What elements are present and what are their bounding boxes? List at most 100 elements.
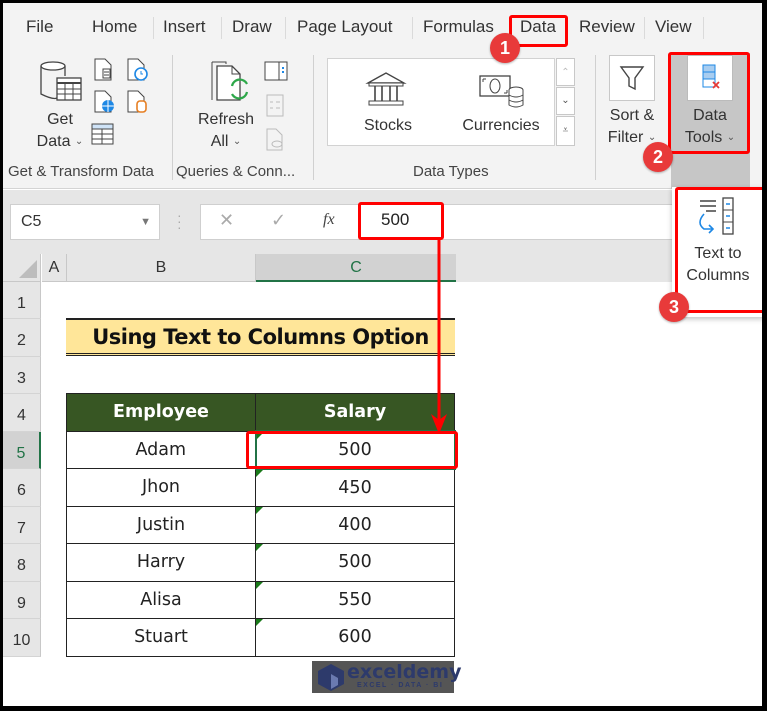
queries-connections-icon[interactable] — [264, 61, 288, 86]
row-header-7[interactable]: 7 — [3, 507, 41, 544]
tab-file[interactable]: File — [26, 15, 53, 39]
currencies-icon[interactable] — [478, 74, 526, 115]
get-data-line2: Data — [36, 133, 71, 151]
refresh-all-icon[interactable] — [210, 60, 254, 111]
employee-cell[interactable]: Stuart — [66, 618, 256, 657]
error-indicator-icon — [256, 581, 263, 589]
row-header-9[interactable]: 9 — [3, 582, 41, 619]
enter-icon[interactable]: ✓ — [271, 210, 286, 231]
column-header-b[interactable]: B — [67, 254, 256, 282]
salary-cell[interactable]: 550 — [255, 580, 455, 619]
row-header-2[interactable]: 2 — [3, 319, 41, 357]
properties-icon — [266, 94, 284, 123]
exceldemy-logo: exceldemy EXCEL · DATA · BI — [312, 661, 461, 693]
get-data-label[interactable]: Get Data ⌄ — [35, 109, 85, 153]
gallery-scroll-down-button[interactable]: ⌄ — [556, 87, 575, 115]
tab-review[interactable]: Review — [579, 15, 635, 39]
tab-page-layout[interactable]: Page Layout — [297, 15, 392, 39]
insert-function-icon[interactable]: fx — [323, 211, 335, 229]
group-label-queries: Queries & Conn... — [176, 163, 296, 180]
employee-cell[interactable]: Justin — [66, 505, 256, 544]
ribbon-tabs: File Home Insert Draw Page Layout Formul… — [3, 13, 762, 41]
refresh-line2: All — [210, 133, 229, 151]
excel-window: File Home Insert Draw Page Layout Formul… — [3, 3, 762, 706]
select-all-button[interactable] — [3, 254, 41, 282]
tab-insert[interactable]: Insert — [163, 15, 206, 39]
column-header-c[interactable]: C — [256, 254, 456, 282]
recent-sources-icon[interactable] — [126, 58, 150, 87]
row-header-6[interactable]: 6 — [3, 469, 41, 507]
salary-cell[interactable]: 400 — [255, 505, 455, 544]
name-box-dropdown-icon[interactable]: ▼ — [140, 205, 151, 239]
highlight-text-to-columns — [675, 187, 762, 313]
gallery-more-button[interactable]: ⩡ — [556, 116, 575, 146]
cancel-icon[interactable]: ✕ — [219, 210, 234, 231]
chevron-down-icon: ⌄ — [74, 136, 84, 147]
sheet-title-cell[interactable]: Using Text to Columns Option — [66, 318, 455, 356]
tab-home[interactable]: Home — [92, 15, 137, 39]
step-badge-2: 2 — [643, 142, 673, 172]
from-text-csv-icon[interactable] — [93, 58, 115, 87]
group-label-data-types: Data Types — [413, 163, 489, 180]
tab-separator — [221, 17, 222, 39]
salary-value: 500 — [338, 552, 372, 573]
group-separator — [172, 55, 173, 180]
salary-cell[interactable]: 600 — [255, 618, 455, 657]
header-employee[interactable]: Employee — [66, 393, 256, 432]
existing-connections-icon[interactable] — [126, 90, 150, 119]
highlight-data-tools — [668, 52, 750, 154]
stocks-icon[interactable] — [365, 71, 407, 112]
stocks-button[interactable]: Stocks — [348, 115, 428, 137]
group-label-get-transform: Get & Transform Data — [8, 163, 154, 180]
row-header-1[interactable]: 1 — [3, 282, 41, 319]
tab-formulas[interactable]: Formulas — [423, 15, 494, 39]
chevron-down-icon: ⌄ — [232, 136, 242, 147]
salary-value: 400 — [338, 514, 372, 535]
error-indicator-icon — [256, 544, 263, 551]
data-types-gallery: Stocks Currencies — [327, 58, 555, 146]
error-indicator-icon — [256, 506, 263, 514]
name-box[interactable]: C5 ▼ — [10, 204, 160, 240]
tab-separator — [644, 17, 645, 39]
highlight-formula-value — [358, 202, 444, 240]
row-header-4[interactable]: 4 — [3, 394, 41, 432]
table-row: Stuart 600 — [66, 618, 455, 657]
employee-cell[interactable]: Harry — [66, 543, 256, 582]
tab-view[interactable]: View — [655, 15, 692, 39]
logo-cube-icon — [318, 664, 344, 691]
tab-separator — [412, 17, 413, 39]
salary-value: 550 — [338, 589, 372, 610]
header-salary[interactable]: Salary — [255, 393, 455, 432]
salary-cell[interactable]: 500 — [255, 543, 455, 582]
get-data-line1: Get — [47, 111, 73, 128]
salary-value: 600 — [338, 627, 372, 648]
step-badge-3: 3 — [659, 292, 689, 322]
row-header-8[interactable]: 8 — [3, 544, 41, 582]
row-header-3[interactable]: 3 — [3, 357, 41, 394]
logo-tagline: EXCEL · DATA · BI — [357, 682, 444, 689]
currencies-button[interactable]: Currencies — [456, 115, 546, 137]
edit-links-icon — [266, 128, 286, 157]
get-data-button[interactable] — [39, 60, 85, 111]
name-box-value: C5 — [21, 213, 42, 230]
sort-filter-line2: Filter — [607, 129, 644, 147]
refresh-all-button[interactable]: Refresh All ⌄ — [196, 109, 256, 153]
from-table-range-icon[interactable] — [91, 123, 115, 150]
row-header-10[interactable]: 10 — [3, 619, 41, 657]
sort-filter-button[interactable] — [609, 55, 655, 101]
table-header-row: Employee Salary — [66, 393, 455, 432]
tab-separator — [703, 17, 704, 39]
gallery-scroll-up-button[interactable]: ⌃ — [556, 58, 575, 86]
from-web-icon[interactable] — [93, 90, 117, 119]
employee-cell[interactable]: Adam — [66, 430, 256, 469]
employee-cell[interactable]: Jhon — [66, 468, 256, 507]
step-badge-1: 1 — [490, 33, 520, 63]
salary-cell[interactable]: 450 — [255, 468, 455, 507]
employee-cell[interactable]: Alisa — [66, 580, 256, 619]
row-header-5[interactable]: 5 — [3, 432, 41, 469]
tab-draw[interactable]: Draw — [232, 15, 272, 39]
column-header-a[interactable]: A — [42, 254, 67, 282]
sort-filter-line1: Sort & — [609, 107, 655, 124]
highlight-cell-c5 — [246, 431, 458, 469]
formula-bar-grip-icon[interactable]: · · · — [177, 208, 182, 234]
